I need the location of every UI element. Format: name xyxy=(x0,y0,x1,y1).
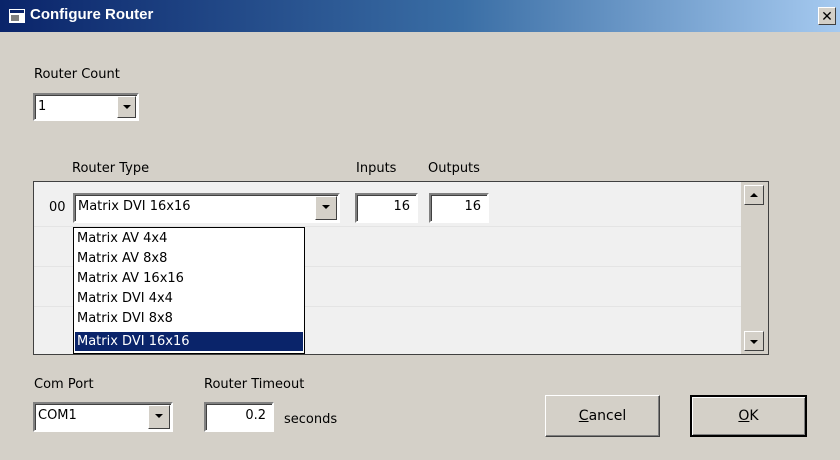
dropdown-option-selected[interactable]: Matrix DVI 16x16 xyxy=(75,332,303,351)
ok-label-rest: K xyxy=(749,408,759,424)
dropdown-option[interactable]: Matrix DVI 4x4 xyxy=(75,289,303,308)
chevron-down-icon xyxy=(750,340,758,344)
inputs-value: 16 xyxy=(393,199,410,214)
header-router-type: Router Type xyxy=(72,161,150,176)
router-type-dropdown-button[interactable] xyxy=(315,196,337,220)
router-timeout-label: Router Timeout xyxy=(204,377,305,392)
app-icon xyxy=(9,9,25,23)
chevron-up-icon xyxy=(750,193,758,197)
router-type-value: Matrix DVI 16x16 xyxy=(78,199,191,214)
ok-button[interactable]: OK xyxy=(690,395,807,437)
close-icon: ✕ xyxy=(821,8,833,24)
com-port-label: Com Port xyxy=(34,377,94,392)
window-title: Configure Router xyxy=(30,6,154,23)
header-outputs: Outputs xyxy=(428,161,480,176)
router-timeout-value: 0.2 xyxy=(245,408,266,423)
com-port-dropdown-button[interactable] xyxy=(148,405,170,429)
vertical-scrollbar[interactable] xyxy=(741,182,768,354)
router-timeout-field[interactable]: 0.2 xyxy=(204,402,274,432)
ok-mnemonic: O xyxy=(738,408,750,424)
router-timeout-unit: seconds xyxy=(284,412,338,427)
dropdown-option[interactable]: Matrix AV 4x4 xyxy=(75,229,303,248)
title-bar: Configure Router ✕ xyxy=(0,0,840,32)
cancel-label-rest: ancel xyxy=(588,408,627,424)
cancel-button[interactable]: Cancel xyxy=(545,395,660,437)
chevron-down-icon xyxy=(155,414,163,418)
header-inputs: Inputs xyxy=(356,161,397,176)
close-button[interactable]: ✕ xyxy=(818,7,836,25)
chevron-down-icon xyxy=(322,205,330,209)
dropdown-option[interactable]: Matrix AV 16x16 xyxy=(75,269,303,288)
dropdown-option[interactable]: Matrix AV 8x8 xyxy=(75,249,303,268)
inputs-field[interactable]: 16 xyxy=(355,193,418,223)
cancel-mnemonic: C xyxy=(578,408,589,424)
router-count-dropdown-button[interactable] xyxy=(117,96,136,118)
scroll-up-button[interactable] xyxy=(744,185,764,205)
router-type-combo[interactable]: Matrix DVI 16x16 xyxy=(73,193,340,223)
row-index: 00 xyxy=(49,200,66,215)
router-type-dropdown-list[interactable]: Matrix AV 4x4 Matrix AV 8x8 Matrix AV 16… xyxy=(73,227,305,354)
scroll-down-button[interactable] xyxy=(744,331,764,351)
router-count-value: 1 xyxy=(38,99,47,114)
dropdown-option[interactable]: Matrix DVI 8x8 xyxy=(75,309,303,328)
router-count-combo[interactable]: 1 xyxy=(33,93,139,121)
com-port-value: COM1 xyxy=(38,408,77,423)
router-count-label: Router Count xyxy=(34,67,120,82)
outputs-value: 16 xyxy=(464,199,481,214)
chevron-down-icon xyxy=(123,105,131,109)
com-port-combo[interactable]: COM1 xyxy=(33,402,173,432)
outputs-field[interactable]: 16 xyxy=(429,193,489,223)
